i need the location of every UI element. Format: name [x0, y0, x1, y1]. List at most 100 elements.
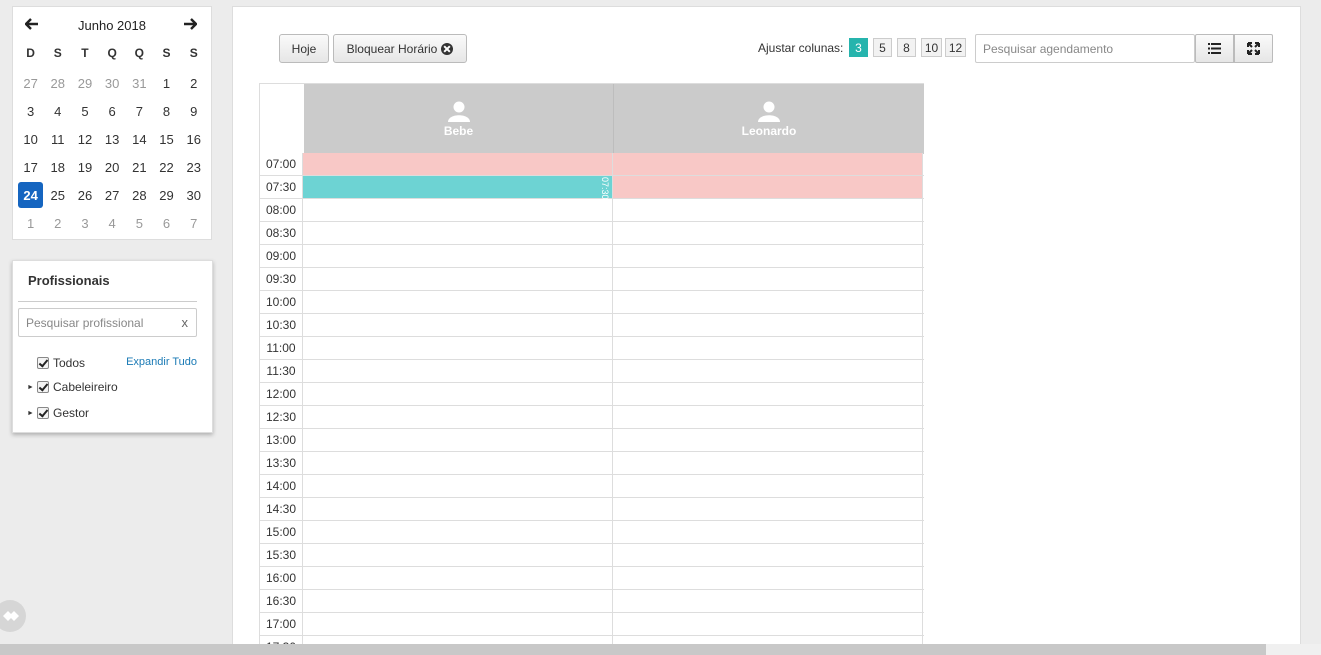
blocked-slot[interactable] — [613, 153, 923, 175]
todos-checkbox[interactable] — [37, 357, 49, 369]
calendar-day[interactable]: 10 — [17, 125, 44, 153]
gestor-checkbox[interactable] — [37, 407, 49, 419]
calendar-day[interactable]: 13 — [99, 125, 126, 153]
today-button[interactable]: Hoje — [279, 34, 329, 63]
calendar-day[interactable]: 11 — [44, 125, 71, 153]
calendar-day[interactable]: 6 — [99, 97, 126, 125]
time-slot[interactable] — [303, 406, 613, 428]
calendar-day[interactable]: 12 — [71, 125, 98, 153]
calendar-day[interactable]: 1 — [17, 209, 44, 237]
calendar-day[interactable]: 5 — [126, 209, 153, 237]
time-slot[interactable] — [613, 383, 923, 405]
list-view-button[interactable] — [1195, 34, 1234, 63]
time-slot[interactable] — [303, 498, 613, 520]
columns-option-5[interactable]: 5 — [873, 38, 892, 57]
time-slot[interactable] — [613, 590, 923, 612]
time-slot[interactable] — [303, 452, 613, 474]
time-slot[interactable] — [303, 314, 613, 336]
calendar-day[interactable]: 19 — [71, 153, 98, 181]
time-slot[interactable] — [303, 199, 613, 221]
blocked-slot[interactable] — [303, 153, 613, 175]
appointment-search-input[interactable] — [976, 35, 1194, 62]
expand-triangle-icon[interactable]: ► — [27, 384, 35, 391]
calendar-day[interactable]: 3 — [17, 97, 44, 125]
calendar-day[interactable]: 17 — [17, 153, 44, 181]
time-slot[interactable] — [613, 613, 923, 635]
columns-option-3[interactable]: 3 — [849, 38, 868, 57]
time-slot[interactable] — [613, 498, 923, 520]
calendar-day[interactable]: 9 — [180, 97, 207, 125]
calendar-day[interactable]: 25 — [44, 181, 71, 209]
time-slot[interactable] — [613, 521, 923, 543]
calendar-day[interactable]: 31 — [126, 69, 153, 97]
calendar-day[interactable]: 30 — [180, 181, 207, 209]
clear-search-button[interactable]: x — [182, 315, 189, 330]
time-slot[interactable] — [613, 452, 923, 474]
time-slot[interactable] — [613, 406, 923, 428]
cabeleireiro-checkbox[interactable] — [37, 381, 49, 393]
calendar-day[interactable]: 8 — [153, 97, 180, 125]
time-slot[interactable] — [613, 360, 923, 382]
time-slot[interactable] — [303, 360, 613, 382]
time-slot[interactable] — [303, 475, 613, 497]
time-slot[interactable] — [303, 268, 613, 290]
time-slot[interactable] — [303, 337, 613, 359]
time-slot[interactable] — [613, 199, 923, 221]
professional-search-input[interactable] — [19, 309, 169, 336]
time-slot[interactable] — [613, 314, 923, 336]
time-slot[interactable] — [303, 613, 613, 635]
time-slot[interactable] — [613, 222, 923, 244]
time-slot[interactable] — [613, 268, 923, 290]
calendar-day[interactable]: 7 — [126, 97, 153, 125]
columns-option-12[interactable]: 12 — [945, 38, 966, 57]
calendar-day[interactable]: 2 — [180, 69, 207, 97]
calendar-day[interactable]: 15 — [153, 125, 180, 153]
calendar-day[interactable]: 30 — [99, 69, 126, 97]
calendar-day[interactable]: 27 — [17, 69, 44, 97]
time-slot[interactable] — [303, 544, 613, 566]
time-slot[interactable] — [303, 383, 613, 405]
appointment-block[interactable]: 07:30 — [303, 176, 613, 200]
time-slot[interactable] — [613, 567, 923, 589]
calendar-day[interactable]: 4 — [99, 209, 126, 237]
expand-triangle-icon[interactable]: ► — [27, 410, 35, 417]
calendar-day[interactable]: 1 — [153, 69, 180, 97]
time-slot[interactable] — [303, 429, 613, 451]
time-slot[interactable] — [613, 544, 923, 566]
time-slot[interactable] — [303, 521, 613, 543]
calendar-day-selected[interactable]: 24 — [18, 182, 44, 208]
time-slot[interactable] — [303, 567, 613, 589]
calendar-day[interactable]: 22 — [153, 153, 180, 181]
calendar-day[interactable]: 7 — [180, 209, 207, 237]
chat-widget-icon[interactable] — [0, 600, 26, 632]
columns-option-10[interactable]: 10 — [921, 38, 942, 57]
time-slot[interactable] — [303, 590, 613, 612]
calendar-day[interactable]: 5 — [71, 97, 98, 125]
calendar-day[interactable]: 14 — [126, 125, 153, 153]
calendar-day[interactable]: 28 — [126, 181, 153, 209]
calendar-day[interactable]: 16 — [180, 125, 207, 153]
calendar-day[interactable]: 29 — [153, 181, 180, 209]
time-slot[interactable] — [303, 245, 613, 267]
calendar-day[interactable]: 20 — [99, 153, 126, 181]
calendar-day[interactable]: 4 — [44, 97, 71, 125]
blocked-slot[interactable] — [613, 176, 923, 198]
time-slot[interactable] — [613, 429, 923, 451]
time-slot[interactable] — [303, 222, 613, 244]
calendar-day[interactable]: 26 — [71, 181, 98, 209]
columns-option-8[interactable]: 8 — [897, 38, 916, 57]
calendar-day[interactable]: 28 — [44, 69, 71, 97]
horizontal-scrollbar[interactable] — [0, 644, 1266, 655]
calendar-day[interactable]: 2 — [44, 209, 71, 237]
calendar-day[interactable]: 18 — [44, 153, 71, 181]
calendar-day[interactable]: 23 — [180, 153, 207, 181]
time-slot[interactable] — [613, 245, 923, 267]
calendar-day[interactable]: 3 — [71, 209, 98, 237]
time-slot[interactable] — [303, 291, 613, 313]
calendar-day[interactable]: 29 — [71, 69, 98, 97]
calendar-day[interactable]: 27 — [99, 181, 126, 209]
time-slot[interactable] — [613, 337, 923, 359]
expand-all-link[interactable]: Expandir Tudo — [126, 356, 197, 368]
calendar-day[interactable]: 21 — [126, 153, 153, 181]
block-time-button[interactable]: Bloquear Horário — [333, 34, 467, 63]
